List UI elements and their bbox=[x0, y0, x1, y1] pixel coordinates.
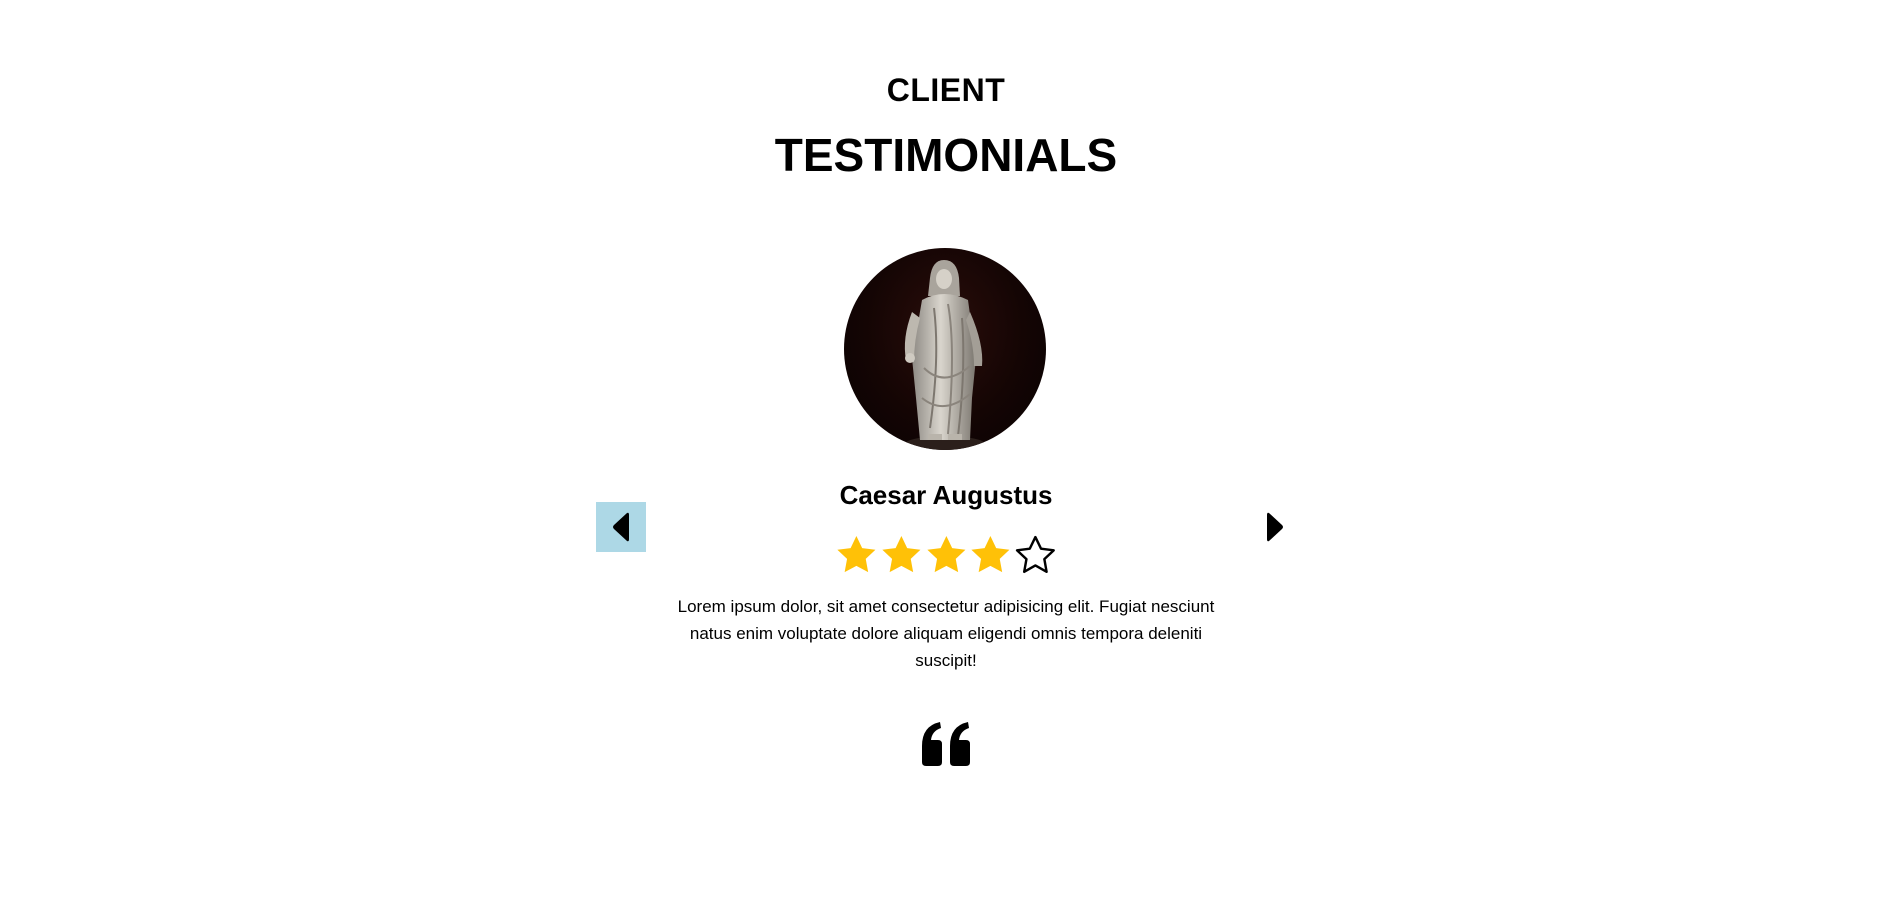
caret-right-icon bbox=[1267, 512, 1283, 542]
statue-image bbox=[904, 260, 985, 450]
caret-left-icon bbox=[613, 512, 629, 542]
star-filled-icon bbox=[926, 535, 966, 573]
section-subtitle: CLIENT bbox=[886, 72, 1006, 108]
star-filled-icon bbox=[837, 535, 876, 573]
star-rating bbox=[834, 532, 1058, 578]
avatar bbox=[844, 248, 1046, 450]
client-name: Caesar Augustus bbox=[839, 480, 1053, 510]
star-filled-icon bbox=[882, 535, 921, 573]
testimonials-section: CLIENT TESTIMONIALS Caesar Augustus Lore… bbox=[0, 0, 1892, 922]
prev-button[interactable] bbox=[596, 502, 646, 552]
next-button[interactable] bbox=[1250, 502, 1300, 552]
quote-left-icon bbox=[922, 722, 970, 766]
star-filled-icon bbox=[971, 535, 1010, 573]
star-outline-icon bbox=[1016, 535, 1056, 574]
section-title: TESTIMONIALS bbox=[774, 129, 1118, 181]
testimonial-text: Lorem ipsum dolor, sit amet consectetur … bbox=[677, 597, 1215, 670]
